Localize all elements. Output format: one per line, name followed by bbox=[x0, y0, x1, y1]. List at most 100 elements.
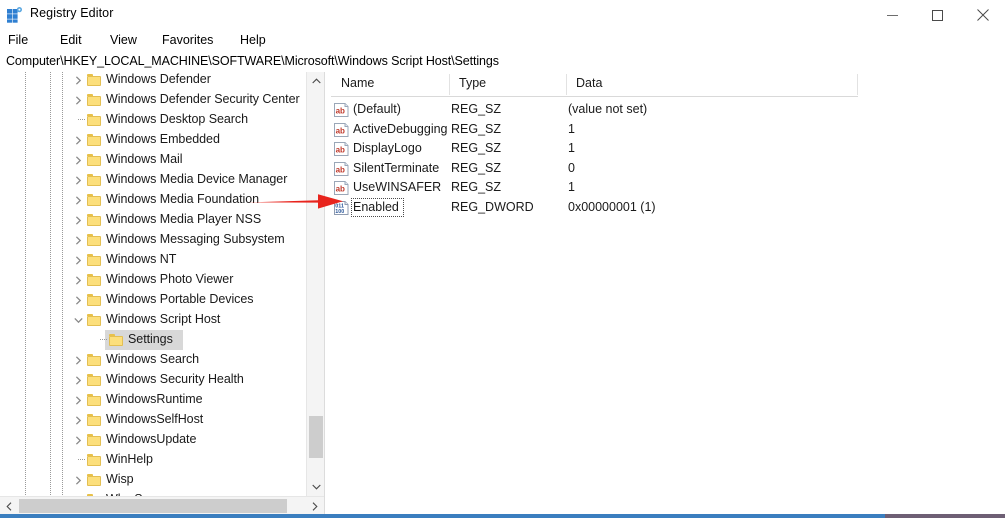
value-list-pane: Name Type Data ab (Default) REG_SZ (value not… bbox=[331, 72, 1005, 518]
registry-tree[interactable]: Windows Defender Windows Defender Securit… bbox=[0, 72, 306, 496]
tree-item-label: Windows Messaging Subsystem bbox=[106, 232, 285, 246]
value-row[interactable]: 011 100 Enabled REG_DWORD 0x00000001 (1) bbox=[331, 198, 1005, 218]
column-separator[interactable] bbox=[566, 74, 567, 95]
minimize-icon bbox=[887, 14, 898, 16]
tree-vertical-scrollbar[interactable] bbox=[306, 72, 325, 496]
tree-item-label: Windows NT bbox=[106, 252, 177, 266]
tree-item-windows-defender-security-center[interactable]: Windows Defender Security Center bbox=[0, 90, 306, 110]
tree-item-windowsupdate[interactable]: WindowsUpdate bbox=[0, 430, 306, 450]
scroll-down-button[interactable] bbox=[307, 478, 325, 496]
chevron-right-icon[interactable] bbox=[72, 170, 85, 190]
folder-icon bbox=[87, 454, 101, 466]
value-row[interactable]: ab UseWINSAFER REG_SZ 1 bbox=[331, 178, 1005, 198]
chevron-right-icon[interactable] bbox=[72, 390, 85, 410]
chevron-right-icon[interactable] bbox=[72, 370, 85, 390]
column-header-data[interactable]: Data bbox=[576, 76, 602, 90]
chevron-right-icon bbox=[312, 501, 318, 511]
address-bar[interactable]: Computer\HKEY_LOCAL_MACHINE\SOFTWARE\Mic… bbox=[0, 51, 1005, 73]
tree-item-windows-defender[interactable]: Windows Defender bbox=[0, 72, 306, 90]
tree-item-windowsruntime[interactable]: WindowsRuntime bbox=[0, 390, 306, 410]
chevron-down-icon[interactable] bbox=[72, 310, 85, 330]
tree-item-windowsselfhost[interactable]: WindowsSelfHost bbox=[0, 410, 306, 430]
chevron-right-icon[interactable] bbox=[72, 350, 85, 370]
column-header-type[interactable]: Type bbox=[459, 76, 486, 90]
folder-icon bbox=[87, 154, 101, 166]
menu-item-favorites[interactable]: Favorites bbox=[160, 33, 215, 47]
chevron-right-icon[interactable] bbox=[72, 430, 85, 450]
column-separator[interactable] bbox=[857, 74, 858, 95]
folder-icon bbox=[87, 294, 101, 306]
value-data: (value not set) bbox=[568, 102, 648, 116]
value-type: REG_SZ bbox=[451, 141, 502, 156]
value-row[interactable]: ab DisplayLogo REG_SZ 1 bbox=[331, 139, 1005, 159]
scroll-up-button[interactable] bbox=[307, 72, 325, 90]
menu-bar: File Edit View Favorites Help bbox=[0, 31, 1005, 51]
tree-item-windows-desktop-search[interactable]: Windows Desktop Search bbox=[0, 110, 306, 130]
chevron-right-icon[interactable] bbox=[72, 210, 85, 230]
tree-item-windows-script-host[interactable]: Windows Script Host bbox=[0, 310, 306, 330]
tree-item-label: Windows Photo Viewer bbox=[106, 272, 234, 286]
chevron-right-icon[interactable] bbox=[72, 150, 85, 170]
menu-item-file[interactable]: File bbox=[6, 33, 30, 47]
folder-icon bbox=[87, 274, 101, 286]
chevron-right-icon[interactable] bbox=[72, 190, 85, 210]
registry-path: Computer\HKEY_LOCAL_MACHINE\SOFTWARE\Mic… bbox=[6, 54, 499, 68]
tree-item-windows-media-device-manager[interactable]: Windows Media Device Manager bbox=[0, 170, 306, 190]
minimize-button[interactable] bbox=[870, 0, 915, 30]
chevron-right-icon[interactable] bbox=[72, 290, 85, 310]
tree-item-winhelp[interactable]: WinHelp bbox=[0, 450, 306, 470]
maximize-button[interactable] bbox=[915, 0, 960, 30]
column-separator[interactable] bbox=[449, 74, 450, 95]
tree-item-label: WindowsSelfHost bbox=[106, 412, 204, 426]
menu-item-view[interactable]: View bbox=[108, 33, 139, 47]
value-data: 0 bbox=[568, 160, 575, 175]
close-button[interactable] bbox=[960, 0, 1005, 30]
registry-editor-window: Registry Editor File Edit View Favorites Hel… bbox=[0, 0, 1005, 518]
scroll-thumb-horizontal[interactable] bbox=[19, 499, 287, 513]
column-header-name[interactable]: Name bbox=[341, 76, 374, 90]
value-type: REG_SZ bbox=[451, 121, 502, 136]
value-type: REG_SZ bbox=[451, 180, 502, 195]
tree-item-label: Windows Media Player NSS bbox=[106, 212, 262, 226]
string-value-icon: ab bbox=[334, 103, 349, 117]
tree-item-windows-nt[interactable]: Windows NT bbox=[0, 250, 306, 270]
tree-item-windows-media-foundation[interactable]: Windows Media Foundation bbox=[0, 190, 306, 210]
tree-item-label: Windows Desktop Search bbox=[106, 112, 249, 126]
chevron-right-icon[interactable] bbox=[72, 230, 85, 250]
chevron-right-icon[interactable] bbox=[72, 72, 85, 90]
scroll-left-button[interactable] bbox=[0, 497, 18, 515]
tree-item-windows-search[interactable]: Windows Search bbox=[0, 350, 306, 370]
tree-item-label: Windows Media Foundation bbox=[106, 192, 260, 206]
chevron-right-icon[interactable] bbox=[72, 270, 85, 290]
menu-item-help[interactable]: Help bbox=[238, 33, 268, 47]
tree-item-windows-embedded[interactable]: Windows Embedded bbox=[0, 130, 306, 150]
tree-item-windows-media-player-nss[interactable]: Windows Media Player NSS bbox=[0, 210, 306, 230]
tree-horizontal-scrollbar[interactable] bbox=[0, 496, 324, 515]
folder-icon bbox=[87, 254, 101, 266]
menu-item-edit[interactable]: Edit bbox=[58, 33, 84, 47]
chevron-right-icon[interactable] bbox=[72, 410, 85, 430]
tree-item-windows-portable-devices[interactable]: Windows Portable Devices bbox=[0, 290, 306, 310]
window-title: Registry Editor bbox=[30, 6, 114, 20]
svg-text:ab: ab bbox=[336, 126, 345, 135]
tree-item-wisp[interactable]: Wisp bbox=[0, 470, 306, 490]
tree-item-windows-mail[interactable]: Windows Mail bbox=[0, 150, 306, 170]
tree-item-label: Windows Script Host bbox=[106, 312, 221, 326]
chevron-right-icon[interactable] bbox=[72, 130, 85, 150]
tree-leaf-connector bbox=[94, 330, 107, 350]
maximize-icon bbox=[932, 9, 943, 21]
value-row[interactable]: ab ActiveDebugging REG_SZ 1 bbox=[331, 120, 1005, 140]
chevron-right-icon[interactable] bbox=[72, 90, 85, 110]
tree-item-windows-messaging-subsystem[interactable]: Windows Messaging Subsystem bbox=[0, 230, 306, 250]
value-row[interactable]: ab (Default) REG_SZ (value not set) bbox=[331, 100, 1005, 120]
scroll-right-button[interactable] bbox=[306, 497, 324, 515]
scroll-thumb-vertical[interactable] bbox=[309, 416, 323, 458]
tree-item-windows-security-health[interactable]: Windows Security Health bbox=[0, 370, 306, 390]
folder-icon bbox=[87, 194, 101, 206]
value-row[interactable]: ab SilentTerminate REG_SZ 0 bbox=[331, 159, 1005, 179]
tree-leaf-connector bbox=[72, 450, 85, 470]
chevron-right-icon[interactable] bbox=[72, 250, 85, 270]
tree-item-windows-photo-viewer[interactable]: Windows Photo Viewer bbox=[0, 270, 306, 290]
tree-item-settings[interactable]: Settings bbox=[0, 330, 306, 350]
chevron-right-icon[interactable] bbox=[72, 470, 85, 490]
